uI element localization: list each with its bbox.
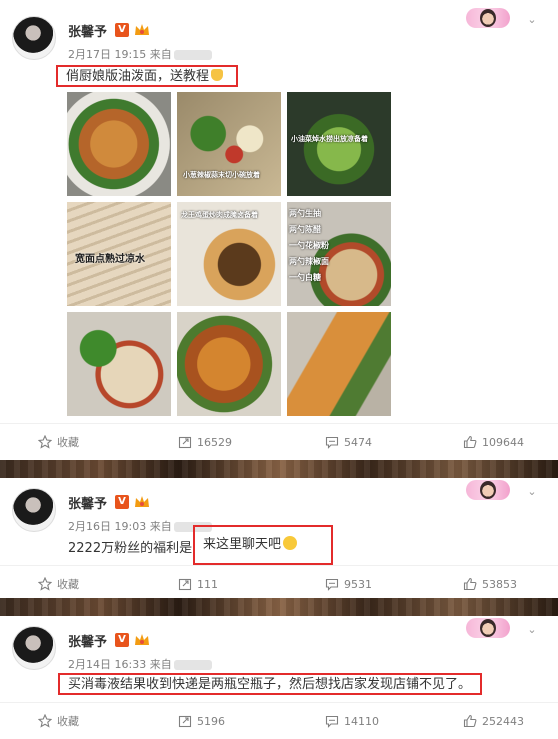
favorite-button[interactable]: 收藏 (38, 424, 79, 460)
avatar[interactable] (12, 626, 56, 670)
photo-2[interactable]: 小葱辣椒蒜末切小碗放着 (177, 92, 281, 196)
photo-8[interactable] (177, 312, 281, 416)
source-label: 来自 (149, 520, 172, 533)
thumbs-up-icon (463, 435, 477, 449)
weibo-post-2: 张馨予 V 2月16日 19:03 来自 ⌄ 2222万粉丝的福利是 来这里聊天… (0, 478, 558, 598)
member-crown-icon (135, 24, 149, 35)
repost-icon (178, 578, 192, 591)
photo-1[interactable] (67, 92, 171, 196)
highlighted-post-text: 俏厨娘版油泼面，送教程 (56, 65, 238, 87)
favorite-label: 收藏 (57, 436, 79, 449)
like-count: 53853 (482, 577, 517, 591)
post-date[interactable]: 2月14日 16:33 (68, 658, 146, 671)
verified-badge-icon: V (115, 495, 129, 509)
like-button[interactable]: 53853 (463, 566, 517, 602)
chevron-down-icon[interactable]: ⌄ (526, 624, 538, 636)
photo-6[interactable]: 两勺生抽 两勺陈醋 一勺花椒粉 两勺辣椒面 一勺白糖 (287, 202, 391, 306)
photo-grid: 小葱辣椒蒜末切小碗放着 小油菜焯水捞出放凉备着 宽面点熟过凉水 龙王鸡蛋炒肉成腌… (67, 92, 391, 416)
verified-badge-icon: V (115, 633, 129, 647)
post-text-highlight: 来这里聊天吧 (203, 537, 282, 552)
post-text: 2222万粉丝的福利是 (68, 541, 193, 556)
weibo-post-1: 张馨予 V 2月17日 19:15 来自 ⌄ 俏厨娘版油泼面，送教程 小葱辣椒蒜… (0, 0, 558, 460)
post-text: 俏厨娘版油泼面，送教程 (66, 69, 210, 84)
username[interactable]: 张馨予 (68, 631, 107, 650)
comment-icon (325, 436, 339, 449)
star-icon (38, 714, 52, 728)
post-meta: 2月17日 19:15 来自 (68, 46, 212, 62)
action-bar: 收藏 16529 5474 109644 (0, 423, 558, 460)
repost-count: 16529 (197, 435, 232, 449)
action-bar: 收藏 5196 14110 252443 (0, 702, 558, 739)
source-label: 来自 (149, 658, 172, 671)
feed-separator (0, 598, 558, 616)
avatar[interactable] (12, 16, 56, 60)
member-crown-icon (135, 634, 149, 645)
profile-sticker[interactable] (466, 618, 510, 638)
source-label: 来自 (149, 48, 172, 61)
post-date[interactable]: 2月16日 19:03 (68, 520, 146, 533)
source-device (173, 50, 212, 60)
favorite-label: 收藏 (57, 578, 79, 591)
comment-button[interactable]: 5474 (325, 424, 372, 460)
victory-emoji-icon (211, 69, 224, 81)
action-bar: 收藏 111 9531 53853 (0, 565, 558, 602)
sticker-face-icon (480, 619, 496, 637)
smile-emoji-icon (283, 536, 298, 550)
source-device (173, 660, 212, 670)
comment-count: 5474 (344, 435, 372, 449)
photo-caption: 两勺生抽 两勺陈醋 一勺花椒粉 两勺辣椒面 一勺白糖 (289, 209, 329, 282)
repost-count: 5196 (197, 714, 225, 728)
sticker-face-icon (480, 9, 496, 27)
repost-count: 111 (197, 577, 218, 591)
like-count: 109644 (482, 435, 524, 449)
like-count: 252443 (482, 714, 524, 728)
comment-icon (325, 578, 339, 591)
profile-sticker[interactable] (466, 480, 510, 500)
repost-icon (178, 436, 192, 449)
username[interactable]: 张馨予 (68, 493, 107, 512)
member-crown-icon (135, 496, 149, 507)
favorite-label: 收藏 (57, 715, 79, 728)
favorite-button[interactable]: 收藏 (38, 566, 79, 602)
photo-caption: 小油菜焯水捞出放凉备着 (291, 135, 368, 143)
comment-button[interactable]: 9531 (325, 566, 372, 602)
username[interactable]: 张馨予 (68, 21, 107, 40)
like-button[interactable]: 109644 (463, 424, 524, 460)
comment-icon (325, 715, 339, 728)
chevron-down-icon[interactable]: ⌄ (526, 486, 538, 498)
repost-icon (178, 715, 192, 728)
photo-9[interactable] (287, 312, 391, 416)
photo-7[interactable] (67, 312, 171, 416)
avatar[interactable] (12, 488, 56, 532)
photo-caption: 宽面点熟过凉水 (75, 254, 145, 265)
star-icon (38, 435, 52, 449)
thumbs-up-icon (463, 577, 477, 591)
photo-4[interactable]: 宽面点熟过凉水 (67, 202, 171, 306)
post-meta: 2月16日 19:03 来自 (68, 518, 212, 534)
post-meta: 2月14日 16:33 来自 (68, 656, 212, 672)
photo-caption: 龙王鸡蛋炒肉成腌卤备着 (181, 211, 258, 219)
repost-button[interactable]: 111 (178, 566, 218, 602)
photo-5[interactable]: 龙王鸡蛋炒肉成腌卤备着 (177, 202, 281, 306)
weibo-post-3: 张馨予 V 2月14日 16:33 来自 ⌄ 买消毒液结果收到快递是两瓶空瓶子，… (0, 616, 558, 734)
repost-button[interactable]: 16529 (178, 424, 232, 460)
verified-badge-icon: V (115, 23, 129, 37)
comment-count: 9531 (344, 577, 372, 591)
profile-sticker[interactable] (466, 8, 510, 28)
comment-count: 14110 (344, 714, 379, 728)
photo-3[interactable]: 小油菜焯水捞出放凉备着 (287, 92, 391, 196)
feed-separator (0, 460, 558, 478)
chevron-down-icon[interactable]: ⌄ (526, 14, 538, 26)
photo-caption: 小葱辣椒蒜末切小碗放着 (183, 171, 260, 179)
post-text: 买消毒液结果收到快递是两瓶空瓶子，然后想找店家发现店铺不见了。 (68, 677, 472, 692)
sticker-face-icon (480, 481, 496, 499)
highlighted-post-text: 买消毒液结果收到快递是两瓶空瓶子，然后想找店家发现店铺不见了。 (58, 673, 482, 695)
highlighted-post-text: 来这里聊天吧 (193, 525, 333, 565)
thumbs-up-icon (463, 714, 477, 728)
post-date[interactable]: 2月17日 19:15 (68, 48, 146, 61)
star-icon (38, 577, 52, 591)
